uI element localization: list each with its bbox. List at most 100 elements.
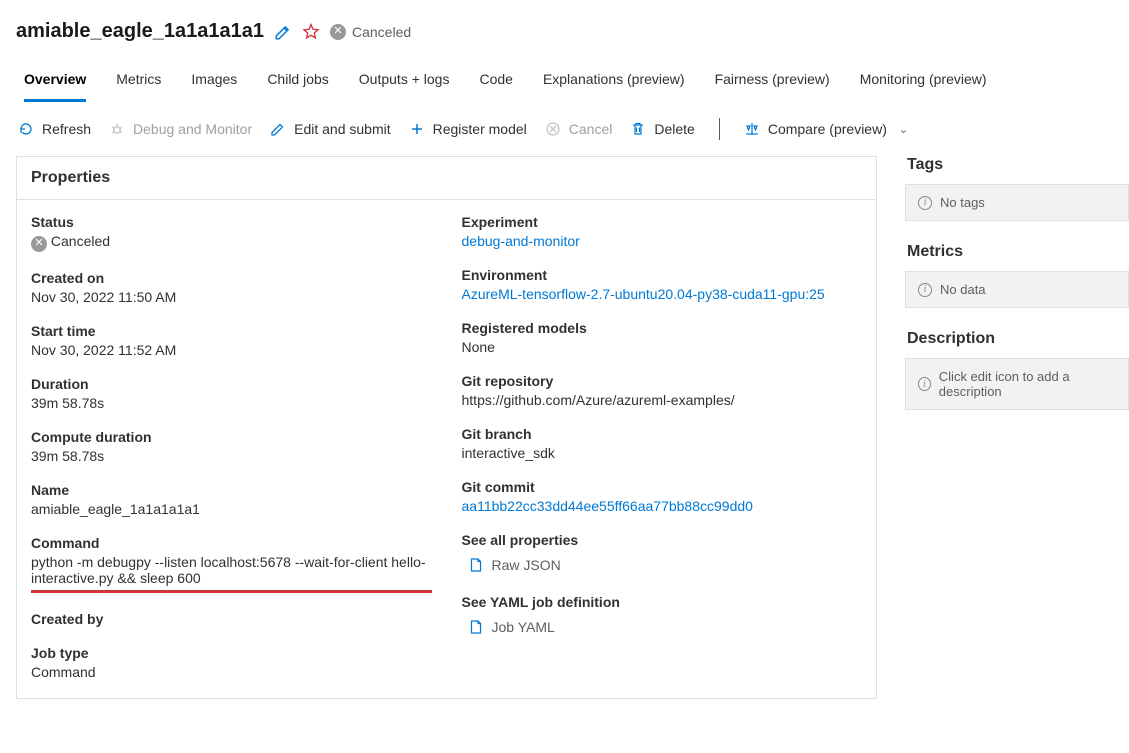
prop-label: Compute duration (31, 429, 432, 445)
prop-git-branch: Git branch interactive_sdk (462, 426, 863, 461)
command-bar: Refresh Debug and Monitor Edit and submi… (16, 102, 1129, 156)
command-divider (719, 118, 720, 140)
tab-metrics[interactable]: Metrics (116, 65, 161, 102)
prop-value: None (462, 339, 863, 355)
description-title: Description (905, 330, 1129, 358)
debug-monitor-button: Debug and Monitor (109, 121, 252, 137)
page-title: amiable_eagle_1a1a1a1a1 (16, 20, 264, 43)
highlight-underline (31, 590, 432, 593)
tags-panel: Tags i No tags (905, 156, 1129, 221)
info-icon: i (918, 377, 931, 391)
tags-title: Tags (905, 156, 1129, 184)
metrics-empty: i No data (905, 271, 1129, 308)
prop-value: Nov 30, 2022 11:50 AM (31, 289, 432, 305)
tab-explanations[interactable]: Explanations (preview) (543, 65, 685, 102)
prop-label: Job type (31, 645, 432, 661)
prop-value: amiable_eagle_1a1a1a1a1 (31, 501, 432, 517)
cancel-label: Cancel (569, 121, 613, 137)
description-empty[interactable]: i Click edit icon to add a description (905, 358, 1129, 410)
status-badge: ✕ Canceled (330, 24, 411, 40)
register-model-label: Register model (433, 121, 527, 137)
prop-value: interactive_sdk (462, 445, 863, 461)
prop-label: Start time (31, 323, 432, 339)
tab-fairness[interactable]: Fairness (preview) (715, 65, 830, 102)
prop-label: Command (31, 535, 432, 551)
description-empty-text: Click edit icon to add a description (939, 369, 1116, 399)
prop-value: https://github.com/Azure/azureml-example… (462, 392, 863, 408)
refresh-label: Refresh (42, 121, 91, 137)
prop-label: Duration (31, 376, 432, 392)
canceled-icon: ✕ (31, 236, 47, 252)
edit-submit-button[interactable]: Edit and submit (270, 121, 391, 137)
delete-button[interactable]: Delete (630, 121, 694, 137)
raw-json-label: Raw JSON (492, 557, 561, 573)
prop-experiment: Experiment debug-and-monitor (462, 214, 863, 249)
properties-title: Properties (17, 157, 876, 200)
star-icon[interactable] (302, 23, 320, 41)
prop-git-commit: Git commit aa11bb22cc33dd44ee55ff66aa77b… (462, 479, 863, 514)
edit-submit-label: Edit and submit (294, 121, 391, 137)
metrics-empty-text: No data (940, 282, 986, 297)
tab-child-jobs[interactable]: Child jobs (267, 65, 328, 102)
prop-git-repo: Git repository https://github.com/Azure/… (462, 373, 863, 408)
prop-command: Command python -m debugpy --listen local… (31, 535, 432, 593)
prop-value: Nov 30, 2022 11:52 AM (31, 342, 432, 358)
prop-duration: Duration 39m 58.78s (31, 376, 432, 411)
prop-label: Status (31, 214, 432, 230)
prop-value: 39m 58.78s (31, 395, 432, 411)
tab-overview[interactable]: Overview (24, 65, 86, 102)
info-icon: i (918, 196, 932, 210)
job-yaml-label: Job YAML (492, 619, 555, 635)
prop-value: Canceled (51, 233, 110, 249)
chevron-down-icon: ⌄ (899, 123, 908, 136)
tags-empty: i No tags (905, 184, 1129, 221)
tab-images[interactable]: Images (191, 65, 237, 102)
prop-label: Registered models (462, 320, 863, 336)
prop-label: Git repository (462, 373, 863, 389)
raw-json-button[interactable]: Raw JSON (462, 551, 561, 573)
prop-label: Name (31, 482, 432, 498)
prop-value: Command (31, 664, 432, 680)
prop-see-all: See all properties Raw JSON (462, 532, 863, 576)
prop-label: Experiment (462, 214, 863, 230)
prop-label: Created on (31, 270, 432, 286)
metrics-title: Metrics (905, 243, 1129, 271)
prop-registered-models: Registered models None (462, 320, 863, 355)
prop-label: See YAML job definition (462, 594, 863, 610)
prop-status: Status ✕ Canceled (31, 214, 432, 252)
metrics-panel: Metrics i No data (905, 243, 1129, 308)
compare-label: Compare (preview) (768, 121, 887, 137)
properties-col-left: Status ✕ Canceled Created on Nov 30, 202… (31, 214, 432, 680)
prop-start-time: Start time Nov 30, 2022 11:52 AM (31, 323, 432, 358)
prop-name: Name amiable_eagle_1a1a1a1a1 (31, 482, 432, 517)
delete-label: Delete (654, 121, 694, 137)
prop-label: Git commit (462, 479, 863, 495)
prop-created-on: Created on Nov 30, 2022 11:50 AM (31, 270, 432, 305)
tab-code[interactable]: Code (479, 65, 512, 102)
job-yaml-button[interactable]: Job YAML (462, 613, 555, 635)
compare-button[interactable]: Compare (preview) ⌄ (744, 121, 908, 137)
info-icon: i (918, 283, 932, 297)
tab-outputs-logs[interactable]: Outputs + logs (359, 65, 450, 102)
page-header: amiable_eagle_1a1a1a1a1 ✕ Canceled (16, 16, 1129, 53)
edit-icon[interactable] (274, 23, 292, 41)
experiment-link[interactable]: debug-and-monitor (462, 233, 580, 249)
environment-link[interactable]: AzureML-tensorflow-2.7-ubuntu20.04-py38-… (462, 286, 825, 302)
prop-label: Git branch (462, 426, 863, 442)
git-commit-link[interactable]: aa11bb22cc33dd44ee55ff66aa77bb88cc99dd0 (462, 498, 753, 514)
prop-value: 39m 58.78s (31, 448, 432, 464)
cancel-button: Cancel (545, 121, 613, 137)
prop-job-type: Job type Command (31, 645, 432, 680)
description-panel: Description i Click edit icon to add a d… (905, 330, 1129, 410)
register-model-button[interactable]: Register model (409, 121, 527, 137)
canceled-icon: ✕ (330, 24, 346, 40)
prop-see-yaml: See YAML job definition Job YAML (462, 594, 863, 638)
prop-created-by: Created by (31, 611, 432, 627)
prop-environment: Environment AzureML-tensorflow-2.7-ubunt… (462, 267, 863, 302)
status-text: Canceled (352, 24, 411, 40)
prop-label: Created by (31, 611, 432, 627)
refresh-button[interactable]: Refresh (18, 121, 91, 137)
tab-monitoring[interactable]: Monitoring (preview) (860, 65, 987, 102)
prop-compute-duration: Compute duration 39m 58.78s (31, 429, 432, 464)
prop-label: Environment (462, 267, 863, 283)
